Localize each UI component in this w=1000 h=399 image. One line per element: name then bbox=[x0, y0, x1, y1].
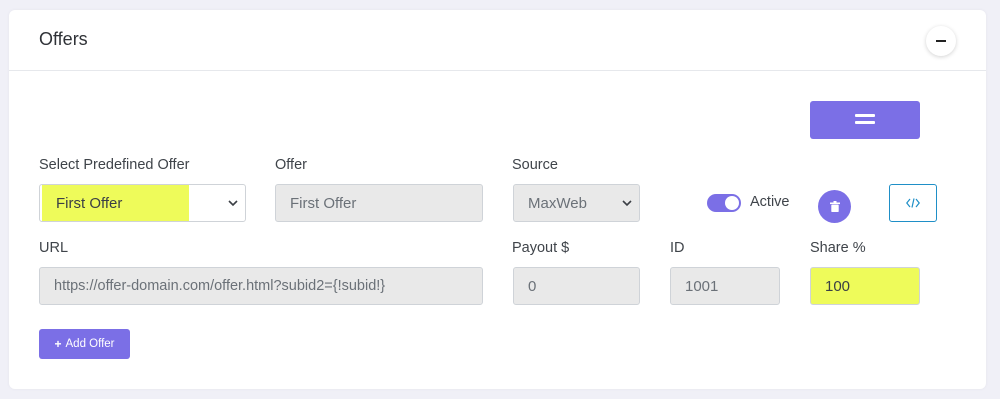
source-select[interactable]: MaxWeb bbox=[513, 184, 640, 222]
card-title: Offers bbox=[39, 29, 88, 49]
source-label: Source bbox=[512, 157, 558, 173]
source-value: MaxWeb bbox=[528, 194, 587, 212]
active-toggle[interactable] bbox=[707, 194, 741, 212]
payout-label: Payout $ bbox=[512, 240, 570, 256]
delete-offer-button[interactable] bbox=[818, 190, 851, 223]
payout-input[interactable]: 0 bbox=[513, 267, 640, 305]
offer-name-input[interactable]: First Offer bbox=[275, 184, 483, 222]
chevron-down-icon bbox=[621, 185, 633, 221]
share-label: Share % bbox=[810, 240, 866, 256]
code-button[interactable] bbox=[889, 184, 937, 222]
add-offer-button[interactable]: + Add Offer bbox=[39, 329, 130, 359]
share-value: 100 bbox=[825, 277, 851, 295]
offers-card: Offers Select Predefined Offer Offer Sou… bbox=[9, 10, 986, 389]
url-value: https://offer-domain.com/offer.html?subi… bbox=[54, 278, 386, 294]
card-header: Offers bbox=[9, 10, 986, 71]
predefined-offer-select[interactable]: First Offer bbox=[39, 184, 246, 222]
offer-label: Offer bbox=[275, 157, 307, 173]
offer-name-value: First Offer bbox=[290, 194, 357, 212]
plus-icon: + bbox=[54, 337, 62, 351]
url-input[interactable]: https://offer-domain.com/offer.html?subi… bbox=[39, 267, 483, 305]
reorder-button[interactable] bbox=[810, 101, 920, 139]
toggle-knob bbox=[725, 196, 739, 210]
chevron-down-icon bbox=[227, 185, 239, 221]
add-offer-label: Add Offer bbox=[65, 338, 115, 350]
code-icon bbox=[906, 198, 920, 208]
payout-value: 0 bbox=[528, 277, 537, 295]
id-label: ID bbox=[670, 240, 685, 256]
minus-icon bbox=[936, 40, 946, 42]
predefined-offer-label: Select Predefined Offer bbox=[39, 157, 190, 173]
id-input[interactable]: 1001 bbox=[670, 267, 780, 305]
predefined-offer-value: First Offer bbox=[56, 194, 123, 212]
url-label: URL bbox=[39, 240, 69, 256]
active-label: Active bbox=[750, 194, 790, 210]
collapse-button[interactable] bbox=[926, 26, 956, 56]
share-input[interactable]: 100 bbox=[810, 267, 920, 305]
id-value: 1001 bbox=[685, 277, 719, 295]
trash-icon bbox=[829, 201, 840, 212]
